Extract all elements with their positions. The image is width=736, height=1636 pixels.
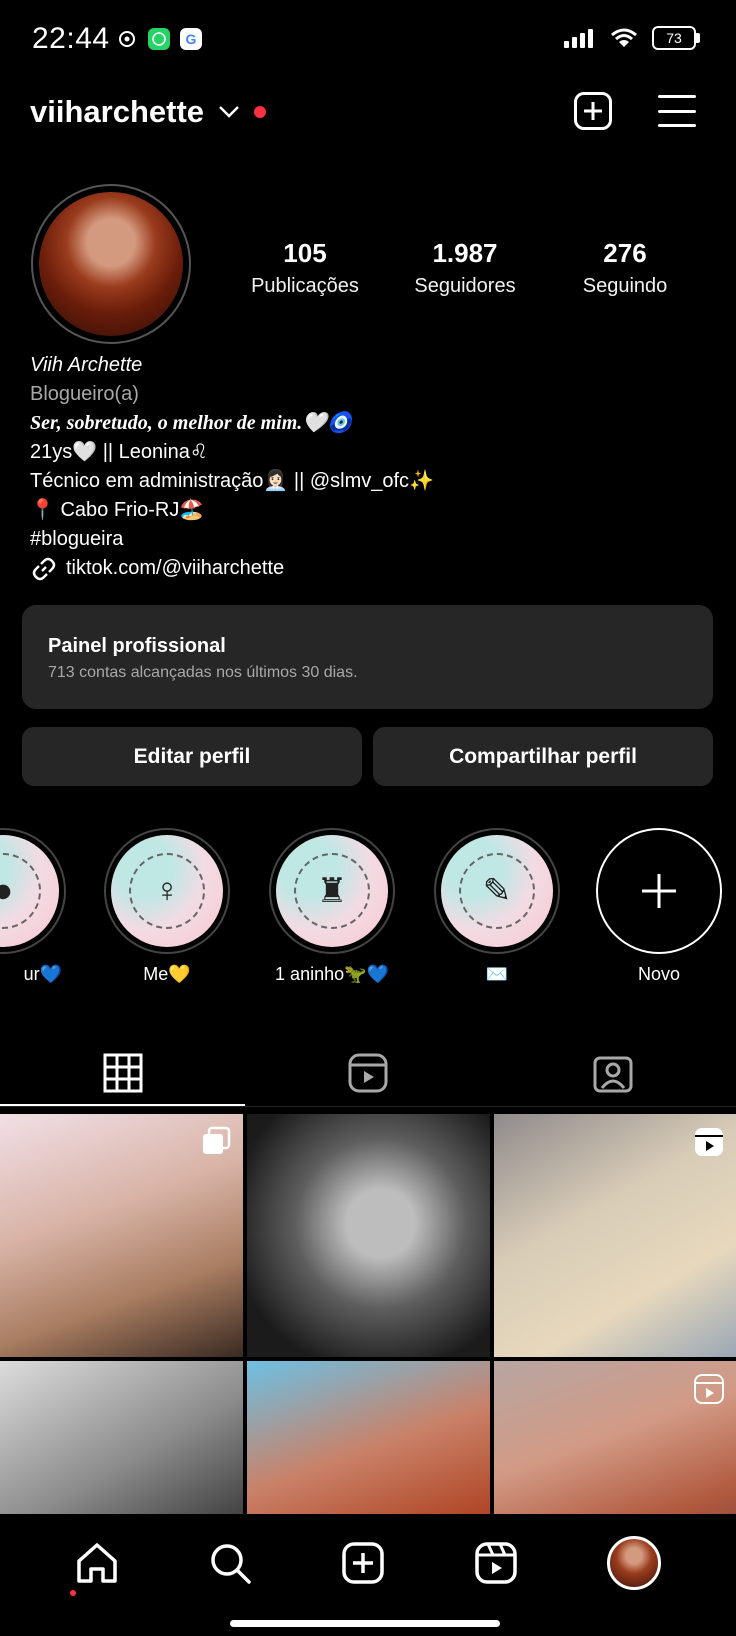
post-thumbnail[interactable] (494, 1114, 736, 1357)
bio-link[interactable]: tiktok.com/@viiharchette (30, 554, 710, 583)
link-icon (32, 557, 56, 580)
highlight-label: ur💙 (23, 964, 62, 984)
share-profile-button[interactable]: Compartilhar perfil (373, 727, 713, 786)
professional-dashboard[interactable]: Painel profissional 713 contas alcançada… (22, 605, 713, 709)
account-switcher[interactable]: viiharchette (30, 94, 267, 130)
highlight-label: Novo (637, 964, 681, 984)
post-thumbnail[interactable] (247, 1114, 490, 1357)
bio-link-text: tiktok.com/@viiharchette (66, 557, 285, 579)
bio-line: Técnico em administração👩🏻‍💼 || @slmv_of… (30, 470, 434, 492)
search-icon[interactable] (208, 1541, 252, 1585)
stat-value: 1.987 (432, 238, 498, 268)
sync-icon (116, 28, 138, 50)
bio-line: 📍 Cabo Frio-RJ🏖️ (30, 499, 205, 521)
stat-following[interactable]: 276 Seguindo (550, 238, 700, 298)
tab-reels[interactable] (245, 1040, 490, 1106)
dashboard-subtitle: 713 contas alcançadas nos últimos 30 dia… (48, 664, 358, 681)
reel-badge-icon (695, 1128, 723, 1156)
stat-followers[interactable]: 1.987 Seguidores (390, 238, 540, 298)
signal-icon (564, 29, 593, 48)
edit-profile-button[interactable]: Editar perfil (22, 727, 362, 786)
profile-bio: Viih Archette Blogueiro(a) Ser, sobretud… (30, 351, 710, 583)
stat-label: Seguidores (414, 275, 516, 297)
cake-icon: ♜ (316, 872, 348, 910)
bio-line: Ser, sobretudo, o melhor de mim.🤍🧿 (30, 412, 353, 434)
reels-icon (348, 1053, 388, 1093)
dashboard-title: Painel profissional (48, 635, 226, 657)
home-notification-dot (70, 1590, 76, 1596)
profile-nav-avatar[interactable] (607, 1536, 662, 1590)
chevron-down-icon (219, 106, 239, 118)
display-name: Viih Archette (30, 354, 143, 376)
carousel-icon (203, 1126, 231, 1154)
profile-tabs (0, 1040, 736, 1106)
profile-avatar[interactable] (31, 184, 191, 344)
bottom-navigation (0, 1514, 736, 1636)
highlight-item[interactable]: ● ur💙 (0, 828, 68, 985)
bio-line: 21ys🤍 || Leonina♌ (30, 441, 208, 463)
google-icon: G (180, 28, 202, 50)
highlight-label: ✉️ (485, 964, 509, 984)
highlight-label: Me💛 (143, 964, 191, 984)
battery-icon: 73 (652, 26, 700, 50)
tab-posts[interactable] (0, 1040, 246, 1106)
username: viiharchette (30, 94, 205, 129)
plus-icon (642, 874, 676, 908)
status-app-icons: G (116, 28, 202, 50)
highlight-label: 1 aninho🦖💙 (275, 964, 389, 984)
stat-label: Publicações (251, 275, 359, 297)
profile-stats: 105 Publicações 1.987 Seguidores 276 Seg… (230, 238, 700, 298)
category-label: Blogueiro(a) (30, 383, 139, 405)
menu-icon[interactable] (658, 95, 696, 127)
hashtag-link[interactable]: #blogueira (30, 525, 710, 554)
tab-divider (0, 1106, 736, 1107)
highlight-item[interactable]: ✎ ✉️ (432, 828, 562, 985)
highlight-item[interactable]: ♀ Me💛 (102, 828, 232, 985)
gesture-bar[interactable] (230, 1620, 500, 1627)
header-actions (574, 92, 696, 130)
create-icon[interactable] (341, 1541, 385, 1585)
notification-dot (254, 106, 267, 118)
status-time: 22:44 (32, 22, 110, 55)
dancer-icon: ♀ (154, 871, 180, 910)
new-highlight-button[interactable]: Novo (594, 828, 724, 985)
whatsapp-icon (148, 28, 170, 50)
avatar-photo (39, 192, 183, 336)
battery-level: 73 (666, 30, 682, 46)
tab-tagged[interactable] (491, 1040, 736, 1106)
reel-badge-icon (694, 1374, 724, 1404)
post-thumbnail[interactable] (0, 1114, 243, 1357)
scroll-icon: ✎ (482, 872, 512, 910)
stat-label: Seguindo (582, 275, 668, 297)
status-system-icons: 73 (564, 26, 700, 50)
stat-value: 105 (283, 238, 327, 268)
stat-posts[interactable]: 105 Publicações (230, 238, 380, 298)
highlight-item[interactable]: ♜ 1 aninho🦖💙 (267, 828, 397, 985)
home-icon[interactable] (75, 1541, 119, 1585)
tagged-icon (593, 1056, 633, 1093)
grid-icon (103, 1053, 143, 1093)
reels-nav-icon[interactable] (474, 1541, 518, 1585)
silhouette-icon: ● (0, 871, 14, 910)
create-post-icon[interactable] (574, 92, 612, 130)
wifi-icon (611, 28, 637, 47)
stat-value: 276 (603, 238, 647, 268)
